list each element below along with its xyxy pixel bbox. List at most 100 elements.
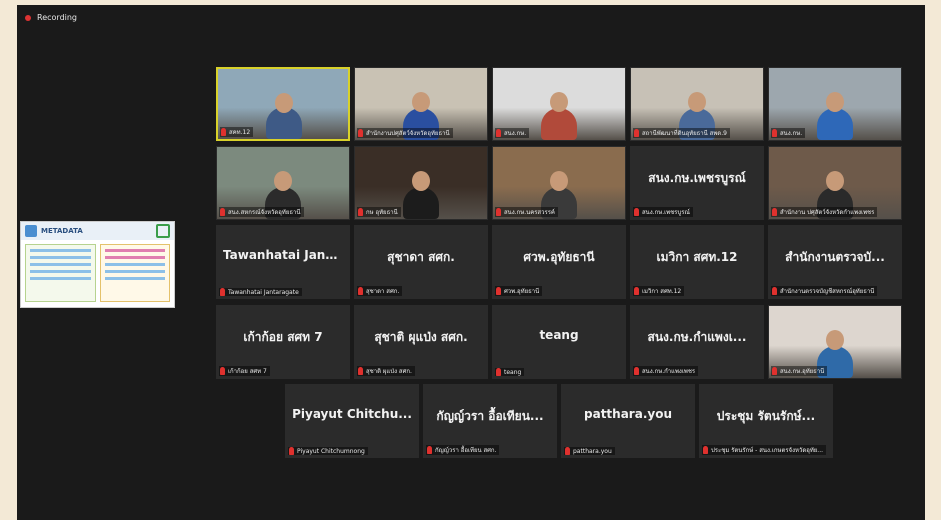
participant-name: สนง.กษ.กำแพงเพชร: [642, 368, 696, 375]
participant-tile[interactable]: สุชาดา สศก. สุชาดา สศก.: [354, 225, 488, 299]
participant-tile[interactable]: Piyayut Chitchu... Piyayut Chitchumnong: [285, 384, 419, 458]
participant-tile[interactable]: สำนักงานตรวจบั... สำนักงานตรวจบัญชีสหกรณ์…: [768, 225, 902, 299]
participant-tile[interactable]: เมวิกา สศท.12 เมวิกา สศท.12: [630, 225, 764, 299]
participant-display-name: Piyayut Chitchu...: [292, 407, 412, 421]
participant-tile[interactable]: ประชุม รัตนรักษ์... ประชุม รัตนรักษ์ - สน…: [699, 384, 833, 458]
mic-muted-icon: [634, 367, 639, 375]
participant-tile[interactable]: patthara.you patthara.you: [561, 384, 695, 458]
participant-tile[interactable]: ศวพ.อุทัยธานี ศวพ.อุทัยธานี: [492, 225, 626, 299]
participant-tile[interactable]: สนง.กษ.อุทัยธานี: [768, 305, 902, 379]
diagram-column: [25, 244, 96, 302]
participant-tile[interactable]: สนง.กษ.เพชรบูรณ์ สนง.กษ.เพชรบูรณ์: [630, 146, 764, 220]
recording-label: Recording: [37, 13, 78, 22]
participant-tile[interactable]: สคท.12: [216, 67, 350, 141]
participant-name: สนง.กษ.อุทัยธานี: [780, 368, 825, 375]
participant-display-name: สุชาติ ผุแป่ง สศก.: [374, 330, 468, 344]
checkmark-logo-icon: [156, 224, 170, 238]
participant-name: ศวพ.อุทัยธานี: [504, 288, 540, 295]
mic-muted-icon: [772, 129, 777, 137]
participant-name: สนง.สหกรณ์จังหวัดอุทัยธานี: [228, 209, 301, 216]
participant-name: สุชาดา สศก.: [366, 288, 400, 295]
participant-nameplate: patthara.you: [564, 447, 615, 455]
participant-nameplate: สุชาติ ผุแป่ง สศก.: [357, 366, 415, 376]
participant-name: สุชาติ ผุแป่ง สศก.: [366, 368, 412, 375]
participant-nameplate: สุชาดา สศก.: [357, 286, 403, 296]
participant-nameplate: สนง.กษ.กำแพงเพชร: [633, 366, 699, 376]
participant-tile[interactable]: เก้าก้อย สศท 7 เก้าก้อย สศท 7: [216, 305, 350, 379]
mic-muted-icon: [496, 287, 501, 295]
participant-tile[interactable]: สนง.กษ.นครสวรรค์: [492, 146, 626, 220]
participant-nameplate: กษ อุทัยธานี: [357, 207, 401, 217]
participant-nameplate: สำนักงานปศุสัตว์จังหวัดอุทัยธานี: [357, 128, 453, 138]
mic-muted-icon: [496, 129, 501, 137]
meeting-window: Recording METADATA สคท.12 สำนักงานปศุสัตว…: [17, 5, 925, 520]
recording-indicator[interactable]: Recording: [25, 13, 77, 22]
mic-muted-icon: [220, 367, 225, 375]
participant-display-name: ประชุม รัตนรักษ์...: [716, 409, 816, 423]
participant-nameplate: สคท.12: [220, 127, 254, 137]
record-dot-icon: [25, 14, 31, 21]
participant-tile[interactable]: สนง.กษ.: [768, 67, 902, 141]
participant-display-name: Tawanhatai Jant...: [223, 248, 345, 262]
participant-display-name: กัญญ์วรา อื้อเทียน...: [436, 409, 544, 423]
participant-name: Piyayut Chitchumnong: [297, 447, 365, 455]
participant-name: สำนักงานตรวจบัญชีสหกรณ์อุทัยธานี: [780, 288, 875, 295]
participant-name: patthara.you: [573, 447, 612, 455]
participant-tile[interactable]: สนง.กษ.กำแพงเ... สนง.กษ.กำแพงเพชร: [630, 305, 764, 379]
mic-muted-icon: [634, 287, 639, 295]
cube-logo-icon: [25, 225, 37, 237]
mic-muted-icon: [221, 128, 226, 136]
participant-nameplate: Piyayut Chitchumnong: [288, 447, 368, 455]
participant-tile[interactable]: กัญญ์วรา อื้อเทียน... กัญญ์วรา อื้อเทียน …: [423, 384, 557, 458]
mic-muted-icon: [427, 446, 432, 454]
participant-name: ประชุม รัตนรักษ์ - สนง.เกษตรจังหวัดอุทัย…: [711, 447, 824, 454]
participant-tile[interactable]: กษ อุทัยธานี: [354, 146, 488, 220]
mic-muted-icon: [565, 447, 570, 455]
mic-muted-icon: [358, 287, 363, 295]
participant-name: สนง.กษ.: [504, 130, 527, 137]
participant-nameplate: สนง.กษ.นครสวรรค์: [495, 207, 558, 217]
shared-screen-thumbnail[interactable]: METADATA: [20, 221, 175, 308]
shared-screen-header: METADATA: [21, 222, 174, 240]
mic-muted-icon: [634, 208, 639, 216]
participant-name: สนง.กษ.เพชรบูรณ์: [642, 209, 690, 216]
mic-muted-icon: [496, 368, 501, 376]
participant-nameplate: สนง.กษ.เพชรบูรณ์: [633, 207, 693, 217]
participant-display-name: สนง.กษ.เพชรบูรณ์: [648, 171, 746, 185]
participant-name: Tawanhatai Jantaragate: [228, 288, 299, 296]
participant-nameplate: สถานีพัฒนาที่ดินอุทัยธานี สพด.9: [633, 128, 730, 138]
participant-display-name: เก้าก้อย สศท 7: [243, 330, 323, 344]
participant-nameplate: เมวิกา สศท.12: [633, 286, 685, 296]
participant-tile[interactable]: Tawanhatai Jant... Tawanhatai Jantaragate: [216, 225, 350, 299]
mic-muted-icon: [358, 367, 363, 375]
participant-tile[interactable]: สำนักงาน ปศุสัตว์จังหวัดกำแพงเพชร: [768, 146, 902, 220]
shared-screen-title: METADATA: [41, 227, 83, 235]
mic-muted-icon: [772, 287, 777, 295]
participant-display-name: เมวิกา สศท.12: [656, 250, 738, 264]
participant-tile[interactable]: teang teang: [492, 305, 626, 379]
participant-nameplate: เก้าก้อย สศท 7: [219, 366, 270, 376]
participant-display-name: teang: [539, 328, 579, 342]
participant-nameplate: สนง.กษ.: [771, 128, 806, 138]
participant-nameplate: สำนักงาน ปศุสัตว์จังหวัดกำแพงเพชร: [771, 207, 878, 217]
participant-nameplate: Tawanhatai Jantaragate: [219, 288, 302, 296]
participant-display-name: สำนักงานตรวจบั...: [785, 250, 885, 264]
mic-muted-icon: [358, 129, 363, 137]
mic-muted-icon: [358, 208, 363, 216]
participant-nameplate: teang: [495, 368, 525, 376]
mic-muted-icon: [289, 447, 294, 455]
participant-name: สถานีพัฒนาที่ดินอุทัยธานี สพด.9: [642, 130, 727, 137]
participant-tile[interactable]: สนง.สหกรณ์จังหวัดอุทัยธานี: [216, 146, 350, 220]
participant-nameplate: สำนักงานตรวจบัญชีสหกรณ์อุทัยธานี: [771, 286, 878, 296]
participant-nameplate: ประชุม รัตนรักษ์ - สนง.เกษตรจังหวัดอุทัย…: [702, 445, 827, 455]
participant-tile[interactable]: สนง.กษ.: [492, 67, 626, 141]
participant-name: สำนักงาน ปศุสัตว์จังหวัดกำแพงเพชร: [780, 209, 875, 216]
participant-name: สคท.12: [229, 129, 251, 136]
participant-tile[interactable]: สำนักงานปศุสัตว์จังหวัดอุทัยธานี: [354, 67, 488, 141]
mic-muted-icon: [703, 446, 708, 454]
participant-name: เก้าก้อย สศท 7: [228, 368, 267, 375]
participant-tile[interactable]: สุชาติ ผุแป่ง สศก. สุชาติ ผุแป่ง สศก.: [354, 305, 488, 379]
participant-nameplate: กัญญ์วรา อื้อเทียน สศก.: [426, 445, 500, 455]
shared-screen-content: [21, 240, 174, 306]
participant-tile[interactable]: สถานีพัฒนาที่ดินอุทัยธานี สพด.9: [630, 67, 764, 141]
